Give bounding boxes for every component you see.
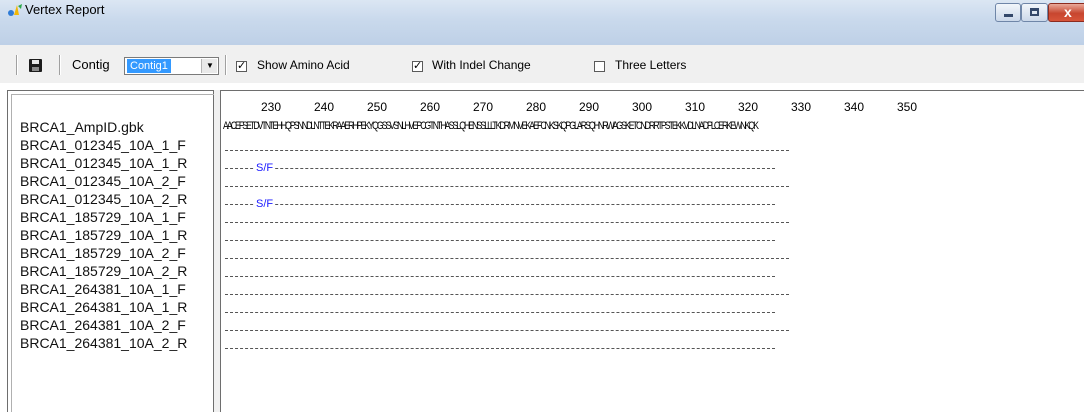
- maximize-icon: [1030, 8, 1039, 16]
- toolbar: Contig Contig1 ▼ ✓ Show Amino Acid ✓ Wit…: [0, 45, 1084, 83]
- with-indel-change-label: With Indel Change: [432, 58, 531, 72]
- read-track: [225, 258, 789, 259]
- ruler-tick-label: 240: [313, 100, 335, 114]
- sequence-list-pane: BRCA1_AmpID.gbk BRCA1_012345_10A_1_F BRC…: [7, 90, 214, 412]
- list-item[interactable]: BRCA1_185729_10A_2_F: [20, 244, 186, 262]
- ruler-tick-label: 230: [260, 100, 282, 114]
- show-amino-acid-checkbox[interactable]: ✓: [236, 60, 247, 72]
- read-track: [225, 294, 789, 295]
- variant-marker[interactable]: S/F: [255, 198, 275, 210]
- list-item[interactable]: BRCA1_012345_10A_1_F: [20, 136, 186, 154]
- ruler-tick-label: 300: [631, 100, 653, 114]
- list-item[interactable]: BRCA1_264381_10A_2_R: [20, 334, 187, 352]
- alignment-view: 230 240 250 260 270 280 290 300 310 320 …: [220, 90, 1084, 412]
- window-title: Vertex Report: [25, 2, 105, 17]
- ruler-tick-label: 260: [419, 100, 441, 114]
- ruler-tick-label: 250: [366, 100, 388, 114]
- read-track: [225, 204, 775, 205]
- ruler-tick-label: 350: [896, 100, 918, 114]
- with-indel-change-checkbox[interactable]: ✓: [412, 60, 423, 72]
- read-track: [225, 222, 789, 223]
- ruler-tick-label: 320: [737, 100, 759, 114]
- contig-select[interactable]: Contig1 ▼: [124, 57, 219, 75]
- three-letters-checkbox[interactable]: [594, 61, 605, 72]
- minimize-button[interactable]: [995, 3, 1021, 22]
- read-track: [225, 150, 789, 151]
- toolbar-separator: [225, 55, 227, 75]
- app-icon: [8, 4, 22, 16]
- dropdown-button[interactable]: ▼: [201, 59, 217, 73]
- list-item[interactable]: BRCA1_264381_10A_1_R: [20, 298, 187, 316]
- minimize-icon: [1004, 14, 1013, 17]
- variant-marker[interactable]: S/F: [255, 162, 275, 174]
- title-bar: Vertex Report x: [0, 0, 1084, 46]
- ruler-tick-label: 290: [578, 100, 600, 114]
- close-button[interactable]: x: [1048, 3, 1084, 22]
- list-item[interactable]: BRCA1_185729_10A_1_R: [20, 226, 187, 244]
- list-item[interactable]: BRCA1_012345_10A_2_R: [20, 190, 187, 208]
- chevron-down-icon: ▼: [206, 61, 214, 70]
- read-track: [225, 186, 789, 187]
- ruler-tick-label: 340: [843, 100, 865, 114]
- read-track: [225, 330, 789, 331]
- list-item[interactable]: BRCA1_264381_10A_1_F: [20, 280, 186, 298]
- read-track: [225, 168, 775, 169]
- save-icon[interactable]: [29, 59, 42, 72]
- contig-label: Contig: [72, 57, 110, 72]
- list-item[interactable]: BRCA1_264381_10A_2_F: [20, 316, 186, 334]
- ruler-tick-label: 310: [684, 100, 706, 114]
- read-track: [225, 240, 775, 241]
- list-item[interactable]: BRCA1_012345_10A_2_F: [20, 172, 186, 190]
- list-item[interactable]: BRCA1_185729_10A_2_R: [20, 262, 187, 280]
- list-item[interactable]: BRCA1_012345_10A_1_R: [20, 154, 187, 172]
- reference-amino-acid-sequence: AACEFSETDVTNTEHHQPSNNDLNTTEKRAAERHPEKYQG…: [223, 120, 759, 132]
- close-icon: x: [1064, 4, 1072, 20]
- maximize-button[interactable]: [1021, 3, 1048, 22]
- toolbar-separator: [59, 55, 61, 75]
- toolbar-separator: [16, 55, 18, 75]
- list-item[interactable]: BRCA1_185729_10A_1_F: [20, 208, 186, 226]
- check-icon: ✓: [237, 60, 247, 72]
- read-track: [225, 348, 775, 349]
- contig-selected-value: Contig1: [127, 59, 171, 73]
- show-amino-acid-label: Show Amino Acid: [257, 58, 350, 72]
- three-letters-label: Three Letters: [615, 58, 687, 72]
- check-icon: ✓: [413, 60, 423, 72]
- ruler-tick-label: 270: [472, 100, 494, 114]
- read-track: [225, 312, 775, 313]
- read-track: [225, 276, 775, 277]
- ruler-tick-label: 330: [790, 100, 812, 114]
- ruler-tick-label: 280: [525, 100, 547, 114]
- reference-name[interactable]: BRCA1_AmpID.gbk: [20, 118, 144, 136]
